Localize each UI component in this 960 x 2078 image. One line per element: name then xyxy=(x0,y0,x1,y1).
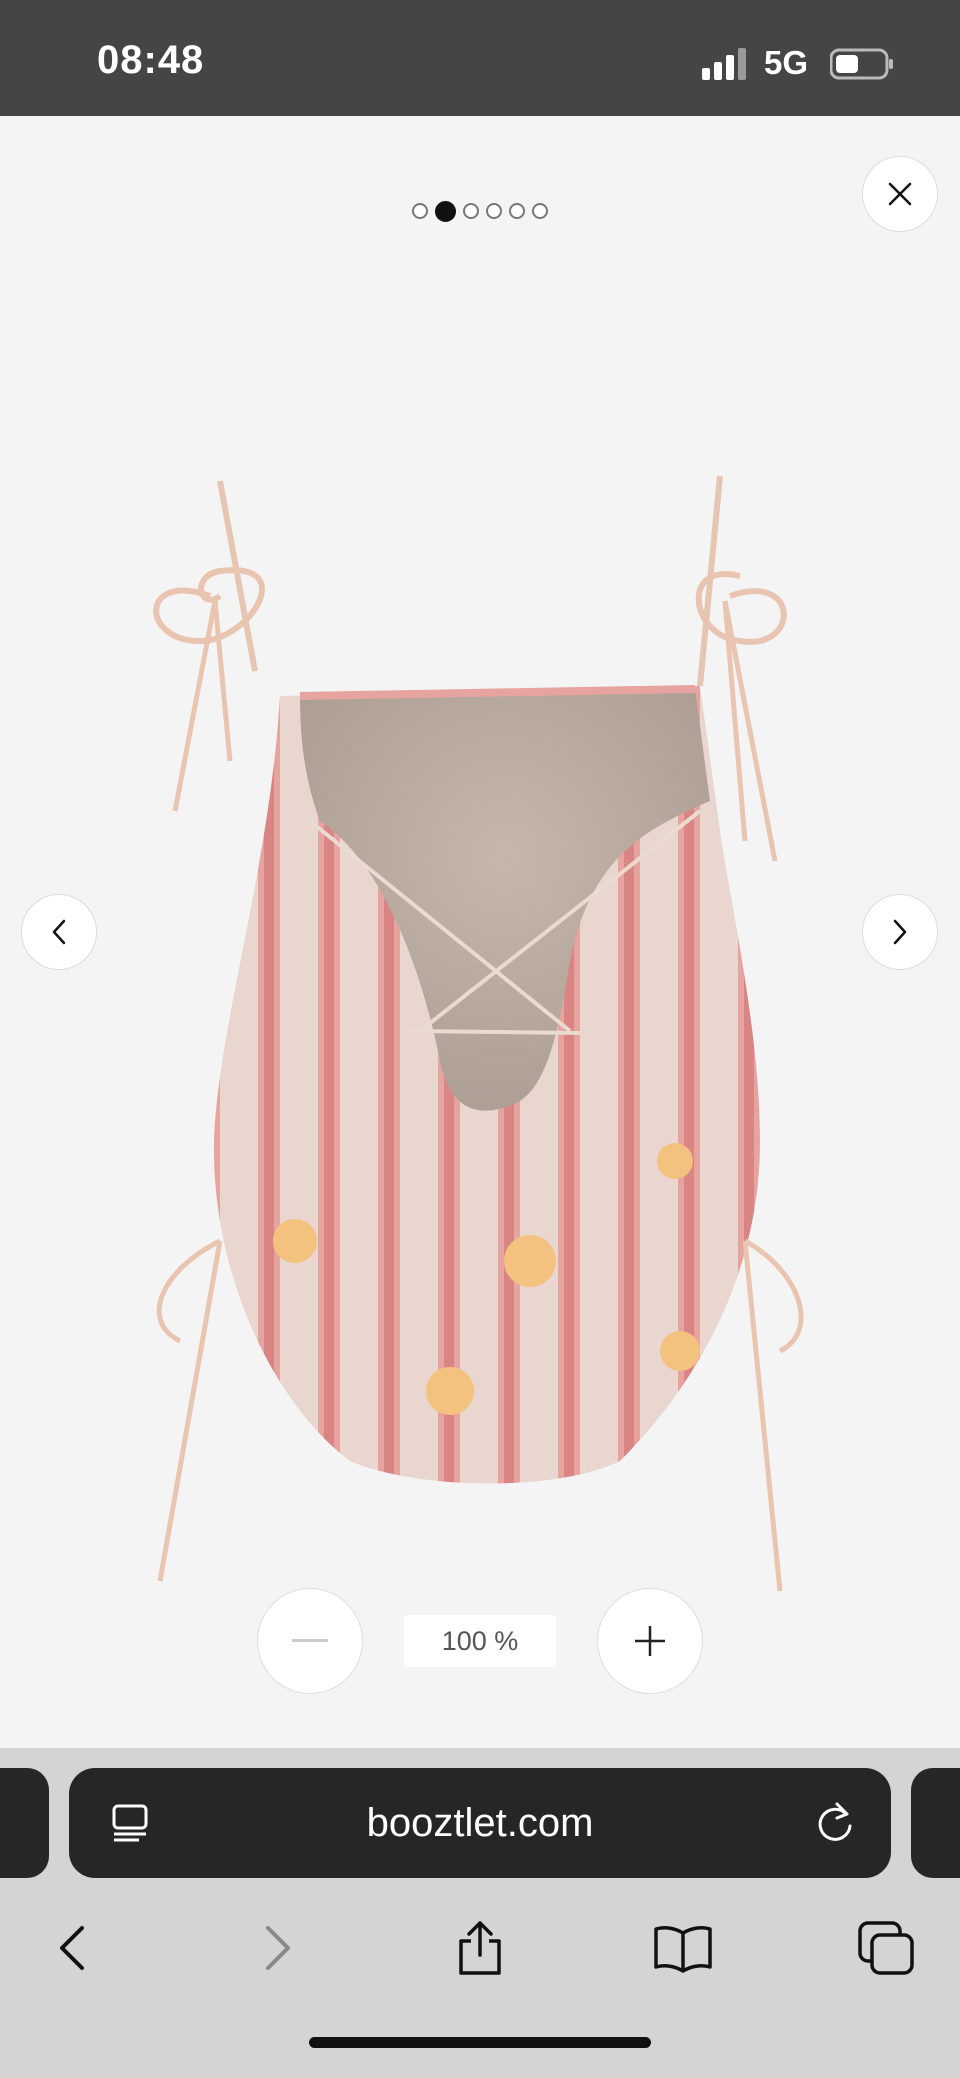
pagination-dot[interactable] xyxy=(509,203,525,219)
signal-icon xyxy=(702,48,746,80)
status-bar: 08:48 5G xyxy=(0,0,960,116)
pagination-dot-active[interactable] xyxy=(435,201,456,222)
next-tab-preview[interactable] xyxy=(911,1768,960,1878)
address-bar[interactable]: booztlet.com xyxy=(69,1768,891,1878)
forward-button[interactable] xyxy=(238,1908,318,1988)
previous-tab-preview[interactable] xyxy=(0,1768,49,1878)
home-indicator[interactable] xyxy=(309,2037,651,2048)
bookmarks-icon xyxy=(654,1926,712,1973)
back-icon xyxy=(60,1926,84,1970)
reload-icon[interactable] xyxy=(813,1800,857,1846)
bookmarks-button[interactable] xyxy=(643,1908,723,1988)
share-button[interactable] xyxy=(440,1908,520,1988)
pagination-dots[interactable] xyxy=(0,201,960,222)
zoom-level: 100 % xyxy=(404,1615,556,1667)
battery-icon xyxy=(830,48,893,80)
url-text[interactable]: booztlet.com xyxy=(69,1768,891,1878)
pagination-dot[interactable] xyxy=(412,203,428,219)
tabs-button[interactable] xyxy=(846,1908,926,1988)
tabs-icon xyxy=(858,1921,914,1975)
plus-icon xyxy=(635,1626,665,1656)
next-image-button[interactable] xyxy=(862,894,938,970)
zoom-out-button[interactable] xyxy=(257,1588,363,1694)
network-type: 5G xyxy=(764,44,809,81)
zoom-in-button[interactable] xyxy=(597,1588,703,1694)
close-button[interactable] xyxy=(862,156,938,232)
chevron-right-icon xyxy=(893,919,907,945)
share-icon xyxy=(459,1921,501,1975)
close-icon xyxy=(888,182,912,206)
back-button[interactable] xyxy=(32,1908,112,1988)
chevron-left-icon xyxy=(52,919,66,945)
pagination-dot[interactable] xyxy=(463,203,479,219)
forward-icon xyxy=(266,1926,290,1970)
minus-icon xyxy=(292,1639,328,1642)
image-viewer: 100 % xyxy=(0,116,960,1748)
pagination-dot[interactable] xyxy=(486,203,502,219)
zoom-controls: 100 % xyxy=(0,1588,960,1698)
status-time: 08:48 xyxy=(97,38,205,82)
pagination-dot[interactable] xyxy=(532,203,548,219)
previous-image-button[interactable] xyxy=(21,894,97,970)
product-image[interactable] xyxy=(120,341,840,1641)
browser-chrome: booztlet.com xyxy=(0,1748,960,2078)
